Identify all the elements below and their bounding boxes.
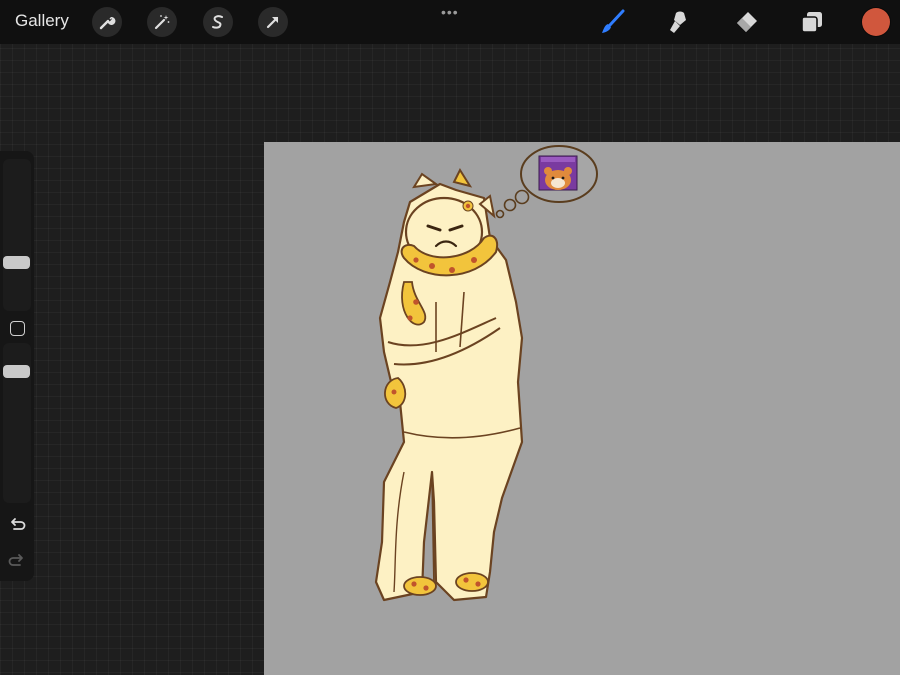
drawing-canvas[interactable] bbox=[264, 142, 900, 675]
thought-bubble bbox=[495, 145, 598, 219]
undo-icon[interactable] bbox=[8, 516, 26, 534]
brush-size-slider-thumb[interactable] bbox=[3, 256, 30, 270]
character-sketch bbox=[374, 145, 598, 602]
more-options-handle[interactable]: ••• bbox=[441, 4, 459, 20]
color-picker-button[interactable] bbox=[862, 8, 890, 36]
top-toolbar: Gallery ••• bbox=[0, 0, 900, 44]
magic-wand-icon[interactable] bbox=[147, 7, 177, 37]
gallery-button[interactable]: Gallery bbox=[15, 11, 69, 31]
left-sidebar bbox=[0, 151, 34, 581]
character-figure bbox=[374, 167, 524, 602]
layers-icon[interactable] bbox=[798, 8, 826, 36]
brush-size-slider[interactable] bbox=[3, 159, 31, 311]
transform-arrow-icon[interactable] bbox=[258, 7, 288, 37]
wrench-icon[interactable] bbox=[92, 7, 122, 37]
modify-button[interactable] bbox=[10, 321, 25, 336]
selection-icon[interactable] bbox=[203, 7, 233, 37]
redo-icon[interactable] bbox=[8, 552, 26, 570]
smudge-icon[interactable] bbox=[665, 8, 693, 36]
brush-icon[interactable] bbox=[598, 8, 626, 36]
hamster-sticker bbox=[538, 155, 578, 191]
opacity-slider-thumb[interactable] bbox=[3, 365, 30, 379]
eraser-icon[interactable] bbox=[732, 8, 760, 36]
opacity-slider[interactable] bbox=[3, 343, 31, 503]
